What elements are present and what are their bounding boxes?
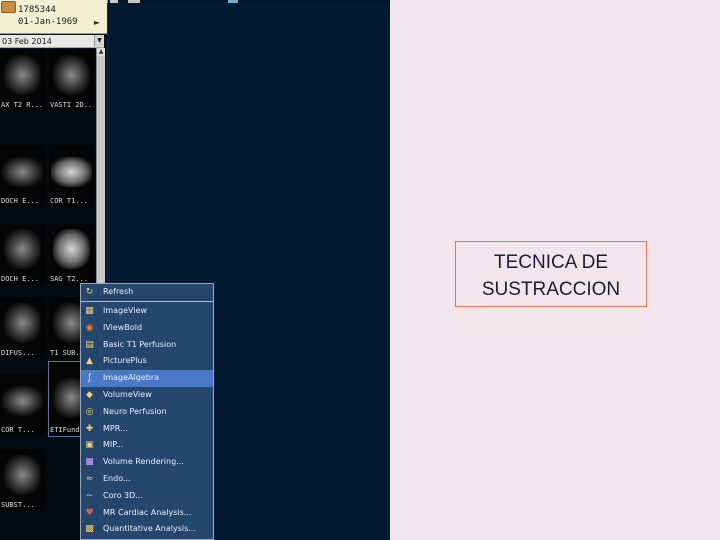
series-thumbnail[interactable]: SAG T2... [49,223,94,285]
refresh-icon: ↻ [85,287,94,297]
series-thumbnail[interactable]: DOCH E... [0,145,45,207]
menu-item-basic-t1-perfusion[interactable]: ▤ Basic T1 Perfusion [81,337,213,354]
coro-3d-icon: ∼ [85,490,94,501]
chevron-down-icon[interactable]: ▼ [94,35,104,47]
mpr-icon: ✚ [85,423,94,434]
series-image [2,386,43,416]
series-thumbnail[interactable]: COR T... [0,374,45,436]
image-algebra-icon: ∫ [87,373,92,384]
series-caption: SAG T2... [50,275,88,283]
series-image [4,229,41,269]
volume-rendering-icon: ■ [85,457,94,468]
perfusion-icon: ▤ [85,339,94,350]
volume-view-icon: ◆ [86,390,93,400]
patient-header[interactable]: 1785344 01-Jan-1969 ► [0,0,108,34]
menu-item-mpr[interactable]: ✚ MPR... [81,421,213,438]
series-caption: DOCH E... [1,275,39,283]
menu-item-coro-3d[interactable]: ∼ Coro 3D... [81,488,213,505]
series-image [2,157,43,187]
series-caption: COR T1... [50,197,88,205]
context-menu: ↻ Refresh ▦ ImageView ◉ IViewBold ▤ Basic T1… [80,283,214,540]
iview-bold-icon: ◉ [85,322,94,333]
image-view-icon: ▦ [85,306,94,316]
menu-item-volume-rendering[interactable]: ■ Volume Rendering... [81,454,213,471]
chevron-right-icon[interactable]: ► [94,18,100,27]
series-caption: VASTI 2D... [50,101,94,109]
series-caption: DIFUS... [1,349,35,357]
series-image [4,55,41,95]
series-caption: DOCH E... [1,197,39,205]
patient-id: 1785344 [18,5,56,15]
quantitative-icon: ▩ [85,524,94,535]
menu-item-pictureplus[interactable]: ▲ PicturePlus [81,353,213,370]
cardiac-icon: ♥ [85,507,94,518]
menu-item-mip[interactable]: ▣ MIP... [81,437,213,454]
menu-item-mr-cardiac-analysis[interactable]: ♥ MR Cardiac Analysis... [81,505,213,522]
menu-item-imagealgebra[interactable]: ∫ ImageAlgebra [81,370,213,387]
menu-item-imageview[interactable]: ▦ ImageView [81,303,213,320]
series-image [51,157,92,187]
menu-item-neuro-perfusion[interactable]: ◎ Neuro Perfusion [81,404,213,421]
series-caption: SUBST... [1,501,35,509]
endo-icon: ≈ [85,474,94,484]
series-thumbnail[interactable]: VASTI 2D... [49,49,94,111]
series-image [53,229,90,269]
menu-item-quantitative-analysis[interactable]: ▩ Quantitative Analysis... [81,521,213,538]
menu-item-iviewbold[interactable]: ◉ IViewBold [81,320,213,337]
series-thumbnail[interactable]: DOCH E... [0,223,45,285]
series-image [4,455,41,495]
scroll-up-icon[interactable]: ▲ [97,48,105,56]
menu-item-endo[interactable]: ≈ Endo... [81,471,213,488]
menu-item-refresh[interactable]: ↻ Refresh [81,284,213,302]
mr-viewer-window: 1785344 01-Jan-1969 ► 03 Feb 2014 ▼ AX T… [0,0,390,540]
study-date-selector[interactable]: 03 Feb 2014 ▼ [0,35,104,48]
series-image [4,303,41,343]
series-thumbnail[interactable]: SUBST... [0,449,45,511]
series-thumbnail[interactable]: COR T1... [49,145,94,207]
series-thumbnail[interactable]: DIFUS... [0,297,45,359]
slide-title-line2: SUSTRACCION [481,279,621,300]
patient-dob: 01-Jan-1969 [18,17,78,27]
series-caption: AX T2 R... [1,101,44,109]
slide-title-box: TECNICA DE SUSTRACCION [455,241,647,307]
series-image [53,55,90,95]
menu-item-volumeview[interactable]: ◆ VolumeView [81,387,213,404]
mip-icon: ▣ [85,440,94,451]
neuro-perfusion-icon: ◎ [85,406,94,417]
series-thumbnail[interactable]: AX T2 R... [0,49,45,111]
picture-plus-icon: ▲ [86,356,93,367]
series-caption: COR T... [1,426,35,434]
study-date: 03 Feb 2014 [2,37,52,46]
folder-icon [1,1,16,13]
slide-title-line1: TECNICA DE [493,252,609,273]
